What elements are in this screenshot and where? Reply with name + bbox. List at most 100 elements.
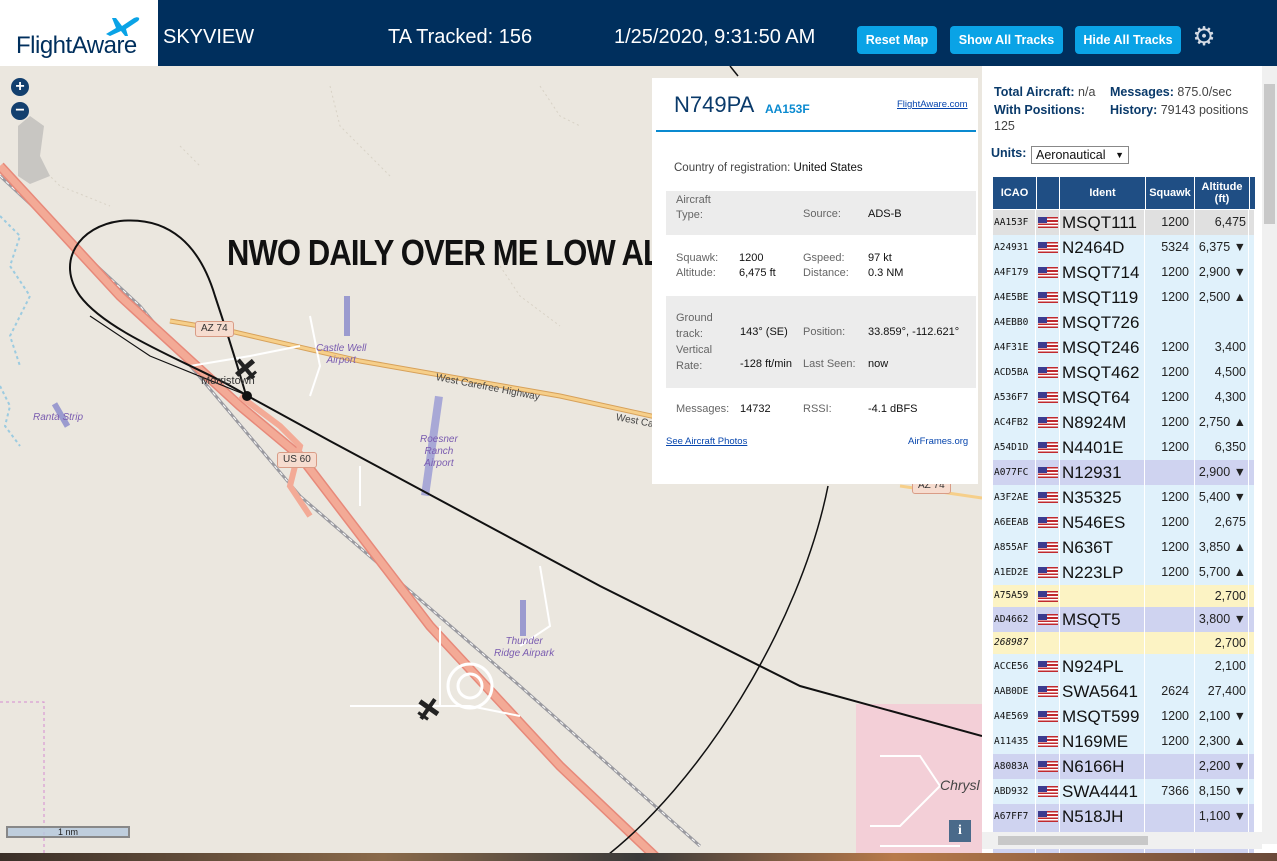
aircraft-photos-link[interactable]: See Aircraft Photos <box>666 436 747 447</box>
cell-extra <box>1249 285 1255 310</box>
cell-extra <box>1249 560 1255 585</box>
table-row[interactable]: A077FC N12931 2,900 ▼ <box>993 460 1255 485</box>
table-row[interactable]: A6EEAB N546ES 1200 2,675 <box>993 510 1255 535</box>
us-flag-icon <box>1038 661 1058 672</box>
table-row[interactable]: A75A59 2,700 <box>993 585 1255 607</box>
show-all-tracks-button[interactable]: Show All Tracks <box>950 26 1063 54</box>
table-row[interactable]: A4EBB0 MSQT726 <box>993 310 1255 335</box>
col-altitude-label: Altitude <box>1201 181 1243 193</box>
place-chrysler: Chrysl <box>940 777 980 793</box>
cell-icao: ACD5BA <box>993 360 1036 385</box>
cell-flag <box>1036 485 1060 510</box>
table-row[interactable]: 268987 2,700 <box>993 632 1255 654</box>
cell-flag <box>1036 335 1060 360</box>
cell-ident: N8924M <box>1060 410 1145 435</box>
table-row[interactable]: AD4662 MSQT5 3,800 ▼ <box>993 607 1255 632</box>
cell-flag <box>1036 510 1060 535</box>
cell-extra <box>1249 535 1255 560</box>
cell-squawk: 1200 <box>1145 560 1195 585</box>
cell-ident: N924PL <box>1060 654 1145 679</box>
table-row[interactable]: A4F31E MSQT246 1200 3,400 <box>993 335 1255 360</box>
cell-extra <box>1249 385 1255 410</box>
col-ident[interactable]: Ident <box>1060 177 1145 209</box>
table-row[interactable]: A4E5BE MSQT119 1200 2,500 ▲ <box>993 285 1255 310</box>
table-row[interactable]: A536F7 MSQT64 1200 4,300 <box>993 385 1255 410</box>
cell-flag <box>1036 435 1060 460</box>
airframes-link[interactable]: AirFrames.org <box>908 436 968 447</box>
cell-squawk: 1200 <box>1145 360 1195 385</box>
cell-squawk <box>1145 585 1195 607</box>
zoom-out-button[interactable]: − <box>11 102 29 120</box>
with-positions-label: With Positions: <box>994 103 1085 117</box>
col-altitude-unit: (ft) <box>1214 193 1230 205</box>
cell-flag <box>1036 779 1060 804</box>
cell-flag <box>1036 285 1060 310</box>
scrollbar-thumb[interactable] <box>1264 84 1275 224</box>
top-bar: FlightAware SKYVIEW TA Tracked: 156 1/25… <box>0 0 1277 66</box>
col-icao[interactable]: ICAO <box>993 177 1036 209</box>
position-value: 33.859°, -112.621° <box>868 326 960 338</box>
cell-ident: MSQT111 <box>1060 210 1145 235</box>
flightaware-link[interactable]: FlightAware.com <box>897 99 968 110</box>
aircraft-icon[interactable] <box>415 696 441 722</box>
us-flag-icon <box>1038 292 1058 303</box>
cell-icao: A3F2AE <box>993 485 1036 510</box>
cell-extra <box>1249 804 1255 829</box>
cell-extra <box>1249 410 1255 435</box>
table-row[interactable]: A54D1D N4401E 1200 6,350 <box>993 435 1255 460</box>
popup-block-squawk: Squawk: 1200 Gspeed: 97 kt Altitude: 6,4… <box>666 250 976 286</box>
table-row[interactable]: AA153F MSQT111 1200 6,475 <box>993 210 1255 235</box>
table-row[interactable]: ABD932 SWA4441 7366 8,150 ▼ <box>993 779 1255 804</box>
aircraft-type-label: Aircraft Type: <box>676 194 711 221</box>
col-altitude[interactable]: Altitude (ft) <box>1195 177 1249 209</box>
table-row[interactable]: A11435 N169ME 1200 2,300 ▲ <box>993 729 1255 754</box>
table-row[interactable]: A24931 N2464D 5324 6,375 ▼ <box>993 235 1255 260</box>
cell-flag <box>1036 260 1060 285</box>
cell-extra <box>1249 485 1255 510</box>
table-row[interactable]: AAB0DE SWA5641262427,400 ▲ <box>993 679 1255 723</box>
cell-altitude: 2,900 ▼ <box>1195 260 1249 285</box>
table-row[interactable]: A8083A N6166H 2,200 ▼ <box>993 754 1255 779</box>
table-row[interactable]: ACD5BA MSQT462 1200 4,500 <box>993 360 1255 385</box>
cell-altitude: 27,400 ▲ <box>1195 679 1249 723</box>
table-row[interactable]: AC4FB2 N8924M 1200 2,750 ▲ <box>993 410 1255 435</box>
gear-icon[interactable]: ⚙ <box>1192 23 1216 49</box>
track-label: Ground track: <box>676 312 713 340</box>
cell-icao: ABD932 <box>993 779 1036 804</box>
table-row[interactable]: A4E569 MSQT599 1200 2,100 ▼ <box>993 704 1255 729</box>
cell-altitude: 4,500 <box>1195 360 1249 385</box>
table-row[interactable]: ACCE56 N924PL 2,100 <box>993 654 1255 679</box>
tracked-count: TA Tracked: 156 <box>388 26 533 48</box>
table-row[interactable]: A3F2AE N35325 1200 5,400 ▼ <box>993 485 1255 510</box>
cell-flag <box>1036 410 1060 435</box>
flightaware-logo[interactable]: FlightAware <box>0 0 158 66</box>
us-flag-icon <box>1038 317 1058 328</box>
popup-block-messages: Messages: 14732 RSSI: -4.1 dBFS <box>666 400 976 420</box>
cell-squawk: 1200 <box>1145 535 1195 560</box>
cell-ident: N4401E <box>1060 435 1145 460</box>
cell-icao: A4F179 <box>993 260 1036 285</box>
cell-ident: N2464D <box>1060 235 1145 260</box>
table-row[interactable]: A67FF7 N518JH 1,100 ▼ <box>993 804 1255 829</box>
cell-icao: AAB0DE <box>993 679 1036 704</box>
cell-squawk <box>1145 754 1195 779</box>
cell-altitude: 2,500 ▲ <box>1195 285 1249 310</box>
horizontal-scrollbar[interactable] <box>982 832 1262 849</box>
cell-icao: ACCE56 <box>993 654 1036 679</box>
zoom-in-button[interactable]: + <box>11 78 29 96</box>
horizontal-scrollbar-thumb[interactable] <box>998 836 1148 845</box>
cell-squawk: 5324 <box>1145 235 1195 260</box>
table-row[interactable]: A4F179 MSQT714 1200 2,900 ▼ <box>993 260 1255 285</box>
units-select[interactable]: Aeronautical ▼ <box>1031 146 1129 164</box>
vertical-scrollbar[interactable] <box>1262 66 1277 844</box>
info-button[interactable]: i <box>949 820 971 842</box>
table-row[interactable]: A855AF N636T 1200 3,850 ▲ <box>993 535 1255 560</box>
col-flag[interactable] <box>1037 177 1059 209</box>
table-row[interactable]: A1ED2E N223LP 1200 5,700 ▲ <box>993 560 1255 585</box>
cell-icao: A4F31E <box>993 335 1036 360</box>
reset-map-button[interactable]: Reset Map <box>857 26 937 54</box>
cell-extra <box>1249 679 1255 704</box>
hide-all-tracks-button[interactable]: Hide All Tracks <box>1075 26 1181 54</box>
cell-squawk <box>1145 804 1195 829</box>
col-squawk[interactable]: Squawk <box>1146 177 1194 209</box>
